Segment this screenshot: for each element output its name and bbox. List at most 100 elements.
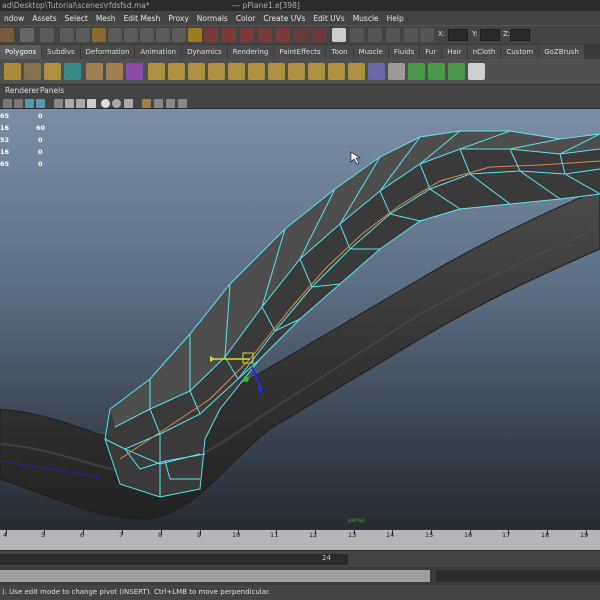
tab-rendering[interactable]: Rendering	[227, 45, 274, 59]
bevel-icon[interactable]	[268, 63, 285, 80]
snap-icon-2[interactable]	[312, 28, 326, 42]
tab-animation[interactable]: Animation	[135, 45, 182, 59]
select-tool-icon[interactable]	[92, 28, 106, 42]
menu-normals[interactable]: Normals	[193, 14, 232, 23]
help-icon[interactable]	[172, 28, 186, 42]
tab-fluids[interactable]: Fluids	[388, 45, 420, 59]
insert-loop-icon[interactable]	[228, 63, 245, 80]
x-field[interactable]	[448, 29, 468, 41]
menu-select[interactable]: Select	[61, 14, 92, 23]
menu-muscle[interactable]: Muscle	[349, 14, 383, 23]
graph-icon[interactable]	[420, 28, 434, 42]
poly-sphere-icon[interactable]	[44, 63, 61, 80]
xray-icon[interactable]	[124, 99, 133, 108]
paint-select-icon[interactable]	[124, 28, 138, 42]
split-icon[interactable]	[208, 63, 225, 80]
tool-icon-4[interactable]	[60, 28, 74, 42]
tab-painteffects[interactable]: PaintEffects	[274, 45, 326, 59]
triangulate-icon[interactable]	[348, 63, 365, 80]
layer-editor-icon[interactable]	[386, 28, 400, 42]
menu-create-uvs[interactable]: Create UVs	[259, 14, 309, 23]
z-field[interactable]	[510, 29, 530, 41]
offset-loop-icon[interactable]	[248, 63, 265, 80]
grid-icon[interactable]	[154, 99, 163, 108]
mel-command-input[interactable]	[0, 570, 430, 582]
menu-color[interactable]: Color	[232, 14, 260, 23]
wireframe-on-shaded-icon[interactable]	[76, 99, 85, 108]
tab-muscle[interactable]: Muscle	[353, 45, 388, 59]
wireframe-icon[interactable]	[54, 99, 63, 108]
append-icon[interactable]	[188, 63, 205, 80]
tab-custom[interactable]: Custom	[501, 45, 539, 59]
snap-icon-1[interactable]	[294, 28, 308, 42]
bookmark-icon[interactable]	[25, 99, 34, 108]
smooth-icon[interactable]	[328, 63, 345, 80]
poly-cube-icon[interactable]	[126, 63, 143, 80]
menu-edit-uvs[interactable]: Edit UVs	[309, 14, 348, 23]
range-slider-track[interactable]	[0, 554, 348, 565]
tab-dynamics[interactable]: Dynamics	[182, 45, 227, 59]
channel-box-icon[interactable]	[368, 28, 382, 42]
tool-icon-3[interactable]	[40, 28, 54, 42]
render-icon[interactable]	[204, 28, 218, 42]
menu-mesh[interactable]: Mesh	[92, 14, 120, 23]
current-frame-value[interactable]: 24	[322, 554, 331, 562]
mirror-icon[interactable]	[368, 63, 385, 80]
attribute-editor-icon[interactable]	[332, 28, 346, 42]
bridge-icon[interactable]	[168, 63, 185, 80]
tab-fur[interactable]: Fur	[420, 45, 442, 59]
move-tool-icon[interactable]	[140, 28, 154, 42]
tab-deformation[interactable]: Deformation	[80, 45, 135, 59]
merge-icon[interactable]	[288, 63, 305, 80]
rotate-tool-icon[interactable]	[156, 28, 170, 42]
tool-icon-5[interactable]	[76, 28, 90, 42]
menu-help[interactable]: Help	[383, 14, 408, 23]
isolate-select-icon[interactable]	[142, 99, 151, 108]
extrude-icon[interactable]	[148, 63, 165, 80]
film-gate-icon[interactable]	[178, 99, 187, 108]
tool-icon-1[interactable]	[0, 28, 14, 42]
resolution-gate-icon[interactable]	[166, 99, 175, 108]
camera-icon[interactable]	[3, 99, 12, 108]
poly-combine-icon[interactable]	[106, 63, 123, 80]
uv-cylindrical-icon[interactable]	[448, 63, 465, 80]
outliner-icon[interactable]	[404, 28, 418, 42]
tab-hair[interactable]: Hair	[442, 45, 467, 59]
menu-assets[interactable]: Assets	[28, 14, 60, 23]
collapse-icon[interactable]	[308, 63, 325, 80]
hypershade-icon[interactable]	[258, 28, 272, 42]
uv-checker-icon[interactable]	[388, 63, 405, 80]
y-field[interactable]	[480, 29, 500, 41]
menu-window[interactable]: ndow	[0, 14, 28, 23]
poly-plane-icon[interactable]	[86, 63, 103, 80]
lasso-tool-icon[interactable]	[108, 28, 122, 42]
tab-ncloth[interactable]: nCloth	[467, 45, 501, 59]
tab-toon[interactable]: Toon	[326, 45, 353, 59]
render-view-icon[interactable]	[276, 28, 290, 42]
smooth-shade-icon[interactable]	[65, 99, 74, 108]
camera-attr-icon[interactable]	[14, 99, 23, 108]
history-icon[interactable]	[188, 28, 202, 42]
tool-settings-icon[interactable]	[350, 28, 364, 42]
poly-torus-icon[interactable]	[64, 63, 81, 80]
tab-polygons[interactable]: Polygons	[0, 45, 42, 59]
textured-icon[interactable]	[87, 99, 96, 108]
menu-edit-mesh[interactable]: Edit Mesh	[120, 14, 165, 23]
ipr-render-icon[interactable]	[222, 28, 236, 42]
perspective-viewport[interactable]: 65 0 16 60 52 0 16 0 65 0 persp	[0, 109, 600, 529]
image-plane-icon[interactable]	[36, 99, 45, 108]
tab-subdivs[interactable]: Subdivs	[42, 45, 80, 59]
menu-renderer[interactable]: Renderer	[5, 85, 39, 97]
tool-icon-2[interactable]	[20, 28, 34, 42]
uv-planar-icon[interactable]	[428, 63, 445, 80]
tab-gozbrush[interactable]: GoZBrush	[539, 45, 584, 59]
render-settings-icon[interactable]	[240, 28, 254, 42]
uv-editor-icon[interactable]	[468, 63, 485, 80]
menu-panels[interactable]: Panels	[40, 85, 64, 97]
shadows-icon[interactable]	[112, 99, 121, 108]
lighting-icon[interactable]	[101, 99, 110, 108]
uv-layout-icon[interactable]	[408, 63, 425, 80]
poly-cylinder-icon[interactable]	[24, 63, 41, 80]
time-slider[interactable]: 4 5 6 7 8 9 10 11 12 13 14 15 16 17 18 1…	[0, 529, 600, 550]
poly-cone-icon[interactable]	[4, 63, 21, 80]
